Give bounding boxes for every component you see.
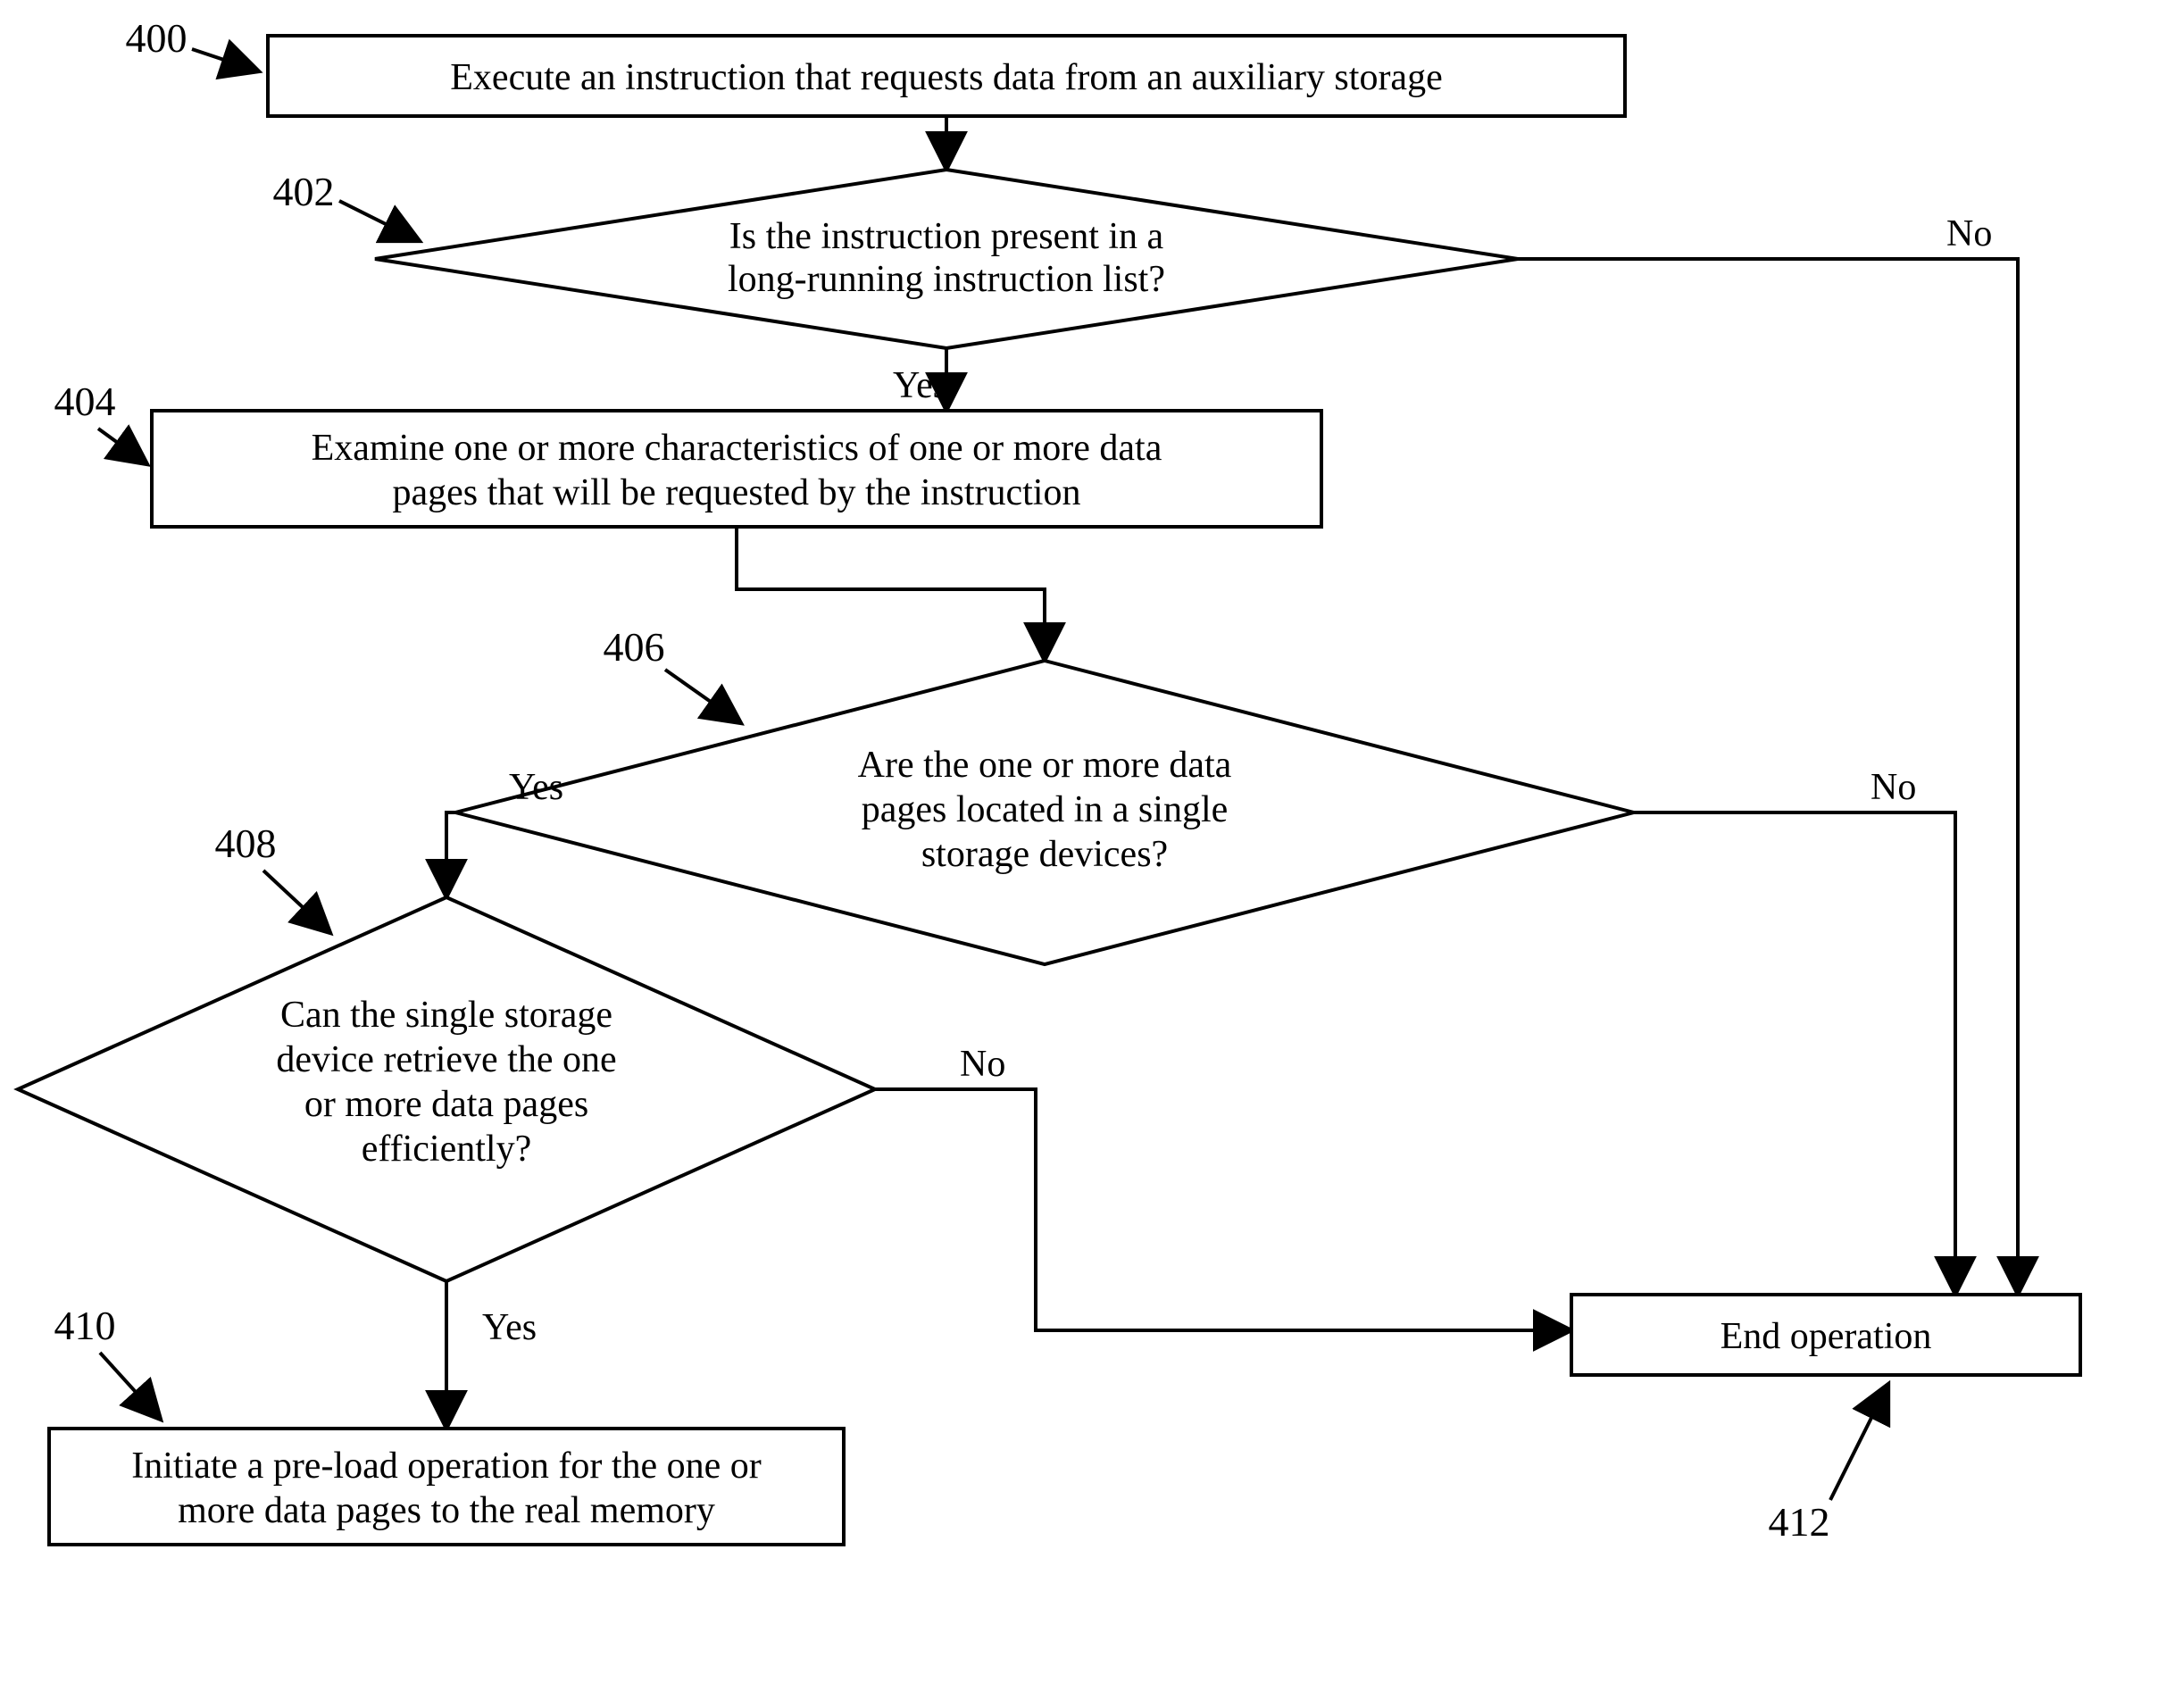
edge-404-to-406 <box>737 527 1045 661</box>
flowchart-diagram: Execute an instruction that requests dat… <box>0 0 2183 1708</box>
node-412-text: End operation <box>1721 1316 1932 1357</box>
node-408-line4: efficiently? <box>362 1129 531 1170</box>
edge-402-no: No <box>1518 213 2018 1295</box>
ref-arrow-412: 412 <box>1769 1384 1889 1545</box>
node-400: Execute an instruction that requests dat… <box>268 36 1625 116</box>
edge-406-no-label: No <box>1871 767 1916 808</box>
ref-label-400: 400 <box>126 15 187 61</box>
node-406: Are the one or more data pages located i… <box>455 661 1634 964</box>
ref-label-410: 410 <box>54 1303 116 1348</box>
ref-label-404: 404 <box>54 379 116 424</box>
ref-label-412: 412 <box>1769 1499 1830 1545</box>
ref-label-408: 408 <box>215 821 277 866</box>
ref-arrow-408: 408 <box>215 821 331 933</box>
node-406-line1: Are the one or more data <box>858 745 1232 786</box>
node-408-line3: or more data pages <box>304 1084 588 1125</box>
edge-402-no-label: No <box>1946 213 1992 254</box>
node-402-line2: long-running instruction list? <box>728 259 1165 300</box>
edge-406-no: No <box>1634 767 1955 1295</box>
edge-408-no: No <box>875 1044 1571 1330</box>
ref-arrow-406: 406 <box>604 624 742 723</box>
node-404: Examine one or more characteristics of o… <box>152 411 1321 527</box>
node-408-line2: device retrieve the one <box>276 1039 616 1080</box>
node-410-line1: Initiate a pre-load operation for the on… <box>131 1446 762 1487</box>
node-402-line1: Is the instruction present in a <box>729 216 1164 257</box>
node-410-line2: more data pages to the real memory <box>178 1490 715 1531</box>
node-406-line2: pages located in a single <box>862 789 1229 830</box>
edge-408-no-label: No <box>960 1044 1005 1085</box>
edge-408-yes-label: Yes <box>482 1307 537 1348</box>
ref-arrow-400: 400 <box>126 15 260 71</box>
edge-402-yes: Yes <box>893 348 947 411</box>
node-400-text: Execute an instruction that requests dat… <box>450 57 1442 98</box>
ref-arrow-404: 404 <box>54 379 148 464</box>
node-402: Is the instruction present in a long-run… <box>375 170 1518 348</box>
ref-label-406: 406 <box>604 624 665 670</box>
edge-408-yes: Yes <box>446 1281 537 1429</box>
node-408-line1: Can the single storage <box>280 995 612 1036</box>
node-404-line1: Examine one or more characteristics of o… <box>312 428 1162 469</box>
node-404-line2: pages that will be requested by the inst… <box>393 472 1081 513</box>
node-408: Can the single storage device retrieve t… <box>18 897 875 1281</box>
node-412: End operation <box>1571 1295 2080 1375</box>
ref-label-402: 402 <box>273 169 335 214</box>
edge-402-yes-label: Yes <box>893 365 947 406</box>
node-410: Initiate a pre-load operation for the on… <box>49 1429 844 1545</box>
ref-arrow-410: 410 <box>54 1303 162 1420</box>
node-406-line3: storage devices? <box>921 834 1168 875</box>
edge-406-yes-label: Yes <box>509 767 563 808</box>
ref-arrow-402: 402 <box>273 169 421 241</box>
